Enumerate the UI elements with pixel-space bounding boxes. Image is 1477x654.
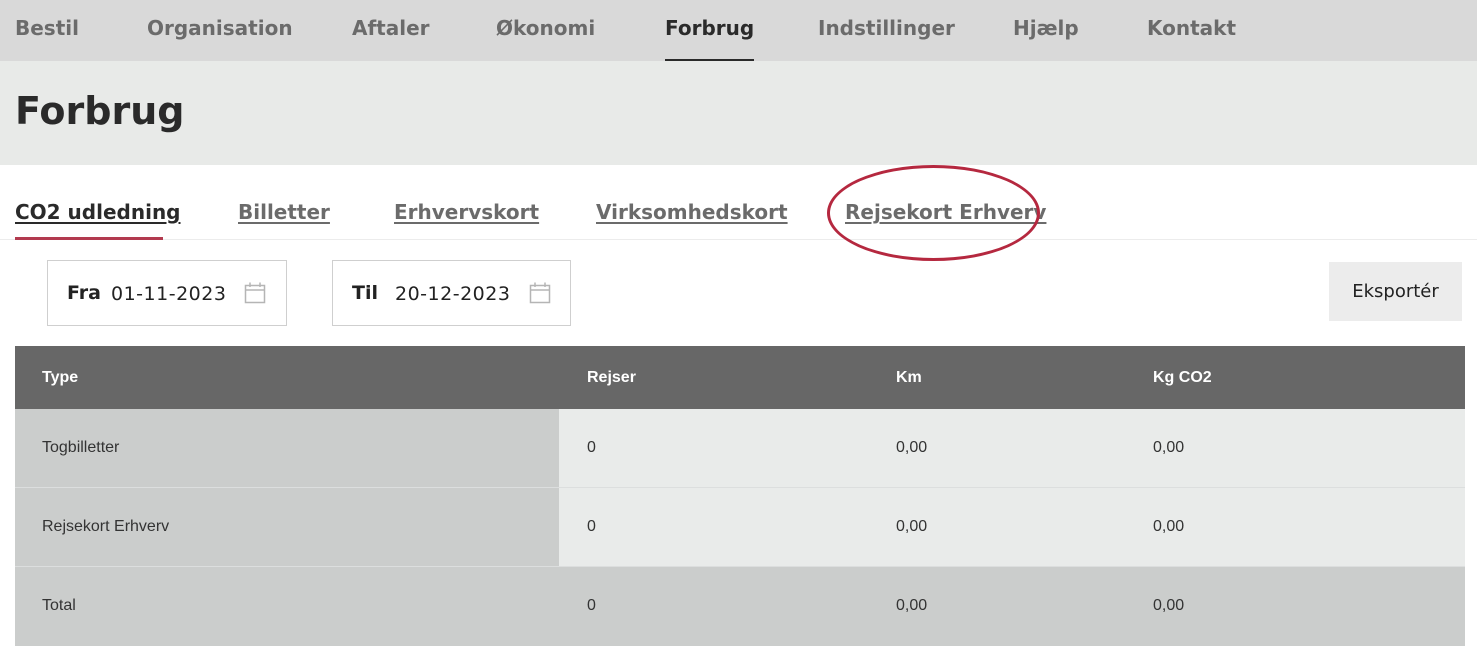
cell-total-rejser: 0 <box>587 597 596 614</box>
nav-item-okonomi[interactable]: Økonomi <box>496 0 595 61</box>
column-header-km: Km <box>896 369 922 386</box>
tab-erhvervskort[interactable]: Erhvervskort <box>394 200 539 224</box>
table-header: Type Rejser Km Kg CO2 <box>15 346 1465 409</box>
cell-km: 0,00 <box>896 518 928 535</box>
cell-kg-co2: 0,00 <box>1153 439 1185 456</box>
page-title: Forbrug <box>15 89 185 133</box>
table-row: Togbilletter 0 0,00 0,00 <box>15 409 1465 488</box>
column-header-type: Type <box>42 369 79 386</box>
cell-rejser: 0 <box>587 518 596 535</box>
cell-rejser: 0 <box>587 439 596 456</box>
page-header: Forbrug <box>0 61 1477 165</box>
nav-item-indstillinger[interactable]: Indstillinger <box>818 0 955 61</box>
table-row: Rejsekort Erhverv 0 0,00 0,00 <box>15 488 1465 567</box>
cell-kg-co2: 0,00 <box>1153 518 1185 535</box>
top-navigation: Bestil Organisation Aftaler Økonomi Forb… <box>0 0 1477 61</box>
nav-item-hjaelp[interactable]: Hjælp <box>1013 0 1079 61</box>
cell-total-label: Total <box>42 597 76 614</box>
tab-co2-udledning[interactable]: CO2 udledning <box>15 200 181 224</box>
nav-item-aftaler[interactable]: Aftaler <box>352 0 430 61</box>
calendar-icon[interactable] <box>529 282 551 304</box>
from-date-label: Fra <box>67 282 101 304</box>
active-tab-indicator <box>15 237 163 240</box>
cell-total-km: 0,00 <box>896 597 928 614</box>
column-header-rejser: Rejser <box>587 369 636 386</box>
to-date-label: Til <box>352 282 378 304</box>
tab-billetter[interactable]: Billetter <box>238 200 330 224</box>
tab-rejsekort-erhverv[interactable]: Rejsekort Erhverv <box>845 200 1046 224</box>
table-total-row: Total 0 0,00 0,00 <box>15 567 1465 646</box>
nav-item-kontakt[interactable]: Kontakt <box>1147 0 1236 61</box>
co2-table: Type Rejser Km Kg CO2 Togbilletter 0 0,0… <box>15 346 1465 646</box>
cell-total-kg-co2: 0,00 <box>1153 597 1185 614</box>
calendar-icon[interactable] <box>244 282 266 304</box>
cell-type: Togbilletter <box>42 439 120 456</box>
sub-tabs: CO2 udledning Billetter Erhvervskort Vir… <box>0 165 1477 240</box>
from-date-value[interactable]: 01-11-2023 <box>111 283 226 305</box>
export-button[interactable]: Eksportér <box>1329 262 1462 321</box>
to-date-field[interactable]: Til 20-12-2023 <box>332 260 571 326</box>
nav-item-forbrug[interactable]: Forbrug <box>665 0 755 61</box>
tab-virksomhedskort[interactable]: Virksomhedskort <box>596 200 788 224</box>
cell-km: 0,00 <box>896 439 928 456</box>
column-header-kg-co2: Kg CO2 <box>1153 369 1212 386</box>
cell-type: Rejsekort Erhverv <box>42 518 170 535</box>
to-date-value[interactable]: 20-12-2023 <box>395 283 510 305</box>
nav-item-organisation[interactable]: Organisation <box>147 0 293 61</box>
nav-item-bestil[interactable]: Bestil <box>15 0 79 61</box>
from-date-field[interactable]: Fra 01-11-2023 <box>47 260 287 326</box>
